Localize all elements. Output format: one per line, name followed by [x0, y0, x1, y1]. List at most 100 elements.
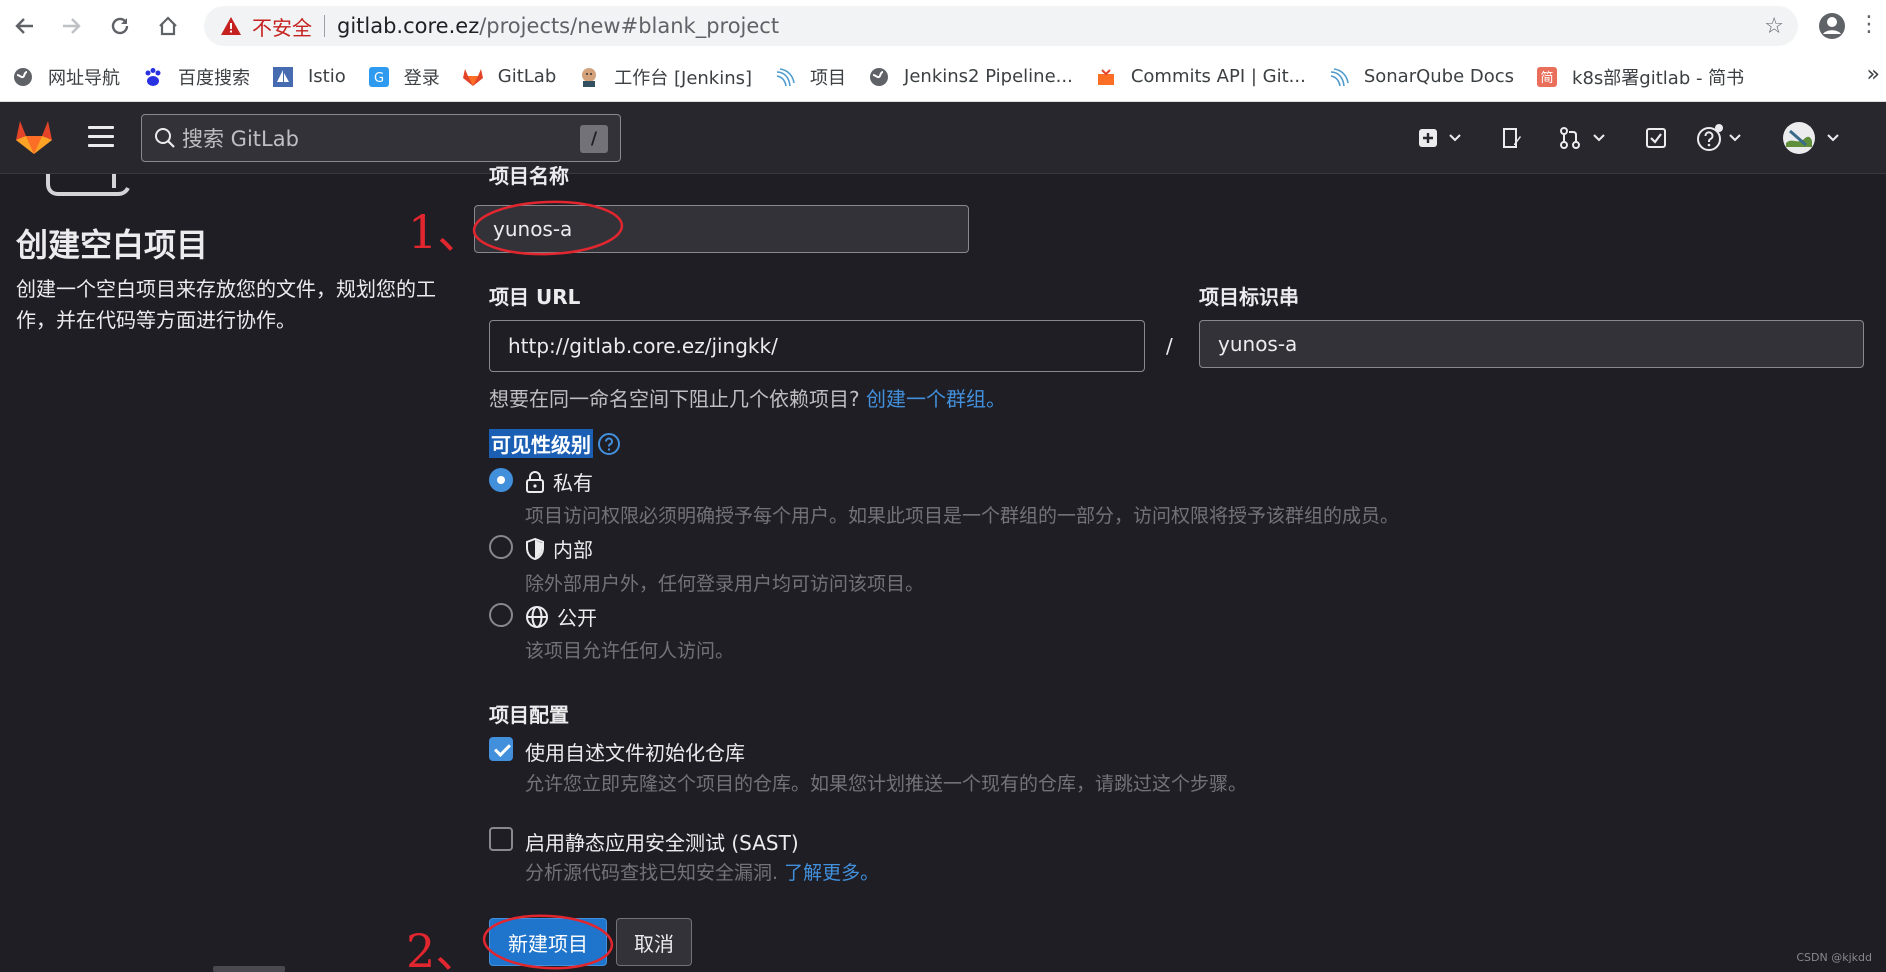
- project-config-label: 项目配置: [489, 703, 569, 727]
- bookmark-label: 工作台 [Jenkins]: [614, 67, 753, 89]
- bookmark-item[interactable]: SonarQube Docs: [1328, 66, 1514, 88]
- bookmark-star-icon[interactable]: ☆: [1764, 14, 1784, 39]
- url-host: gitlab.core.ez: [337, 14, 480, 38]
- menu-icon[interactable]: [88, 126, 114, 148]
- browser-toolbar: 不安全 gitlab.core.ez/projects/new#blank_pr…: [0, 0, 1886, 52]
- bookmark-item[interactable]: 工作台 [Jenkins]: [578, 64, 752, 90]
- help-question-icon: [1697, 124, 1723, 151]
- visibility-label-text: 可见性级别: [489, 429, 593, 458]
- baidu-paw-icon: [142, 66, 164, 88]
- home-icon[interactable]: [152, 10, 184, 42]
- todo-check-icon: [1646, 128, 1666, 148]
- login-icon: G: [368, 66, 390, 88]
- readme-checkbox-label[interactable]: 使用自述文件初始化仓库: [525, 737, 745, 766]
- gitlab-header: 搜索 GitLab /: [0, 102, 1886, 174]
- new-dropdown[interactable]: [1418, 122, 1462, 154]
- shield-icon: [526, 537, 544, 560]
- todos-button[interactable]: [1644, 122, 1668, 154]
- bookmark-item[interactable]: Jenkins2 Pipeline...: [868, 66, 1073, 88]
- visibility-public-desc: 该项目允许任何人访问。: [525, 640, 735, 662]
- issues-button[interactable]: [1500, 122, 1524, 154]
- create-group-link[interactable]: 创建一个群组。: [866, 387, 1006, 411]
- bookmark-item[interactable]: 项目: [774, 64, 846, 90]
- bookmark-label: SonarQube Docs: [1363, 66, 1515, 87]
- address-bar[interactable]: 不安全 gitlab.core.ez/projects/new#blank_pr…: [204, 6, 1798, 46]
- project-url-input[interactable]: http://gitlab.core.ez/jingkk/: [489, 320, 1145, 372]
- visibility-private-option[interactable]: 私有: [525, 467, 593, 496]
- project-name-label: 项目名称: [489, 166, 569, 188]
- bookmark-item[interactable]: Istio: [272, 66, 346, 88]
- search-shortcut-key: /: [580, 125, 608, 153]
- visibility-internal-option[interactable]: 内部: [525, 534, 593, 563]
- browser-profile-icon[interactable]: [1816, 10, 1848, 42]
- project-slug-label: 项目标识串: [1199, 285, 1299, 309]
- user-menu-dropdown[interactable]: [1782, 122, 1840, 154]
- watermark: CSDN @kjkdd: [1796, 951, 1872, 964]
- bookmark-item[interactable]: 简 k8s部署gitlab - 简书: [1536, 64, 1744, 90]
- bookmark-item[interactable]: 百度搜索: [142, 64, 250, 90]
- back-icon[interactable]: [8, 10, 40, 42]
- search-placeholder: 搜索 GitLab: [182, 127, 299, 151]
- visibility-public-label: 公开: [557, 606, 597, 630]
- svg-text:G: G: [374, 71, 384, 86]
- globe-icon: [868, 66, 890, 88]
- jenkins-butler-icon: [578, 66, 600, 88]
- help-dropdown[interactable]: [1696, 122, 1742, 154]
- search-input[interactable]: 搜索 GitLab /: [141, 114, 621, 162]
- bookmark-label: Jenkins2 Pipeline...: [904, 66, 1073, 87]
- gitlab-fox-icon: [462, 66, 484, 88]
- bookmark-label: GitLab: [497, 66, 557, 87]
- bookmarks-more-icon[interactable]: »: [1867, 62, 1880, 87]
- sast-desc-text: 分析源代码查找已知安全漏洞.: [525, 862, 779, 884]
- merge-request-icon: [1560, 127, 1580, 149]
- visibility-private-radio[interactable]: [489, 468, 513, 492]
- chevron-down-icon: [1729, 134, 1741, 142]
- annotation-circle-create: [482, 914, 614, 970]
- visibility-public-option[interactable]: 公开: [525, 602, 597, 631]
- bookmark-label: 登录: [403, 67, 440, 89]
- bookmark-item[interactable]: 网址导航: [12, 64, 120, 90]
- url-separator: /: [1166, 334, 1173, 358]
- globe-icon: [526, 605, 548, 628]
- project-slug-input[interactable]: yunos-a: [1199, 320, 1864, 368]
- avatar: [1783, 122, 1815, 154]
- readme-desc: 允许您立即克隆这个项目的仓库。如果您计划推送一个现有的仓库，请跳过这个步骤。: [525, 773, 1248, 795]
- group-hint: 想要在同一命名空间下阻止几个依赖项目? 创建一个群组。: [489, 383, 1006, 412]
- visibility-private-label: 私有: [553, 471, 593, 495]
- bookmark-label: Commits API | Git...: [1130, 66, 1306, 87]
- group-hint-text: 想要在同一命名空间下阻止几个依赖项目?: [489, 387, 860, 411]
- globe-icon: [12, 66, 34, 88]
- visibility-public-radio[interactable]: [489, 603, 513, 627]
- forward-icon[interactable]: [56, 10, 88, 42]
- omnibox-divider: [324, 15, 325, 37]
- insecure-label: 不安全: [252, 15, 312, 40]
- gitlab-logo-icon[interactable]: [14, 118, 54, 156]
- project-url-label: 项目 URL: [489, 285, 581, 309]
- annotation-step-2: 2、: [406, 924, 482, 972]
- browser-menu-icon[interactable]: ⋮: [1858, 10, 1880, 42]
- issues-icon: [1503, 128, 1521, 148]
- merge-requests-dropdown[interactable]: [1558, 122, 1606, 154]
- bookmark-item[interactable]: Commits API | Git...: [1095, 66, 1306, 88]
- bookmark-item[interactable]: G 登录: [368, 64, 440, 90]
- sast-checkbox-label[interactable]: 启用静态应用安全测试 (SAST): [525, 827, 799, 856]
- help-question-icon[interactable]: [597, 432, 621, 456]
- gitlab-box-icon: [1095, 66, 1117, 88]
- learn-more-link[interactable]: 了解更多。: [784, 862, 879, 884]
- visibility-internal-desc: 除外部用户外，任何登录用户均可访问该项目。: [525, 573, 925, 595]
- reload-icon[interactable]: [104, 10, 136, 42]
- bookmark-label: 网址导航: [48, 67, 120, 89]
- bookmark-item[interactable]: GitLab: [462, 66, 557, 88]
- bookmark-label: 百度搜索: [178, 67, 250, 89]
- cancel-button[interactable]: 取消: [616, 918, 692, 966]
- readme-checkbox[interactable]: [489, 737, 513, 761]
- visibility-internal-radio[interactable]: [489, 535, 513, 559]
- search-icon: [155, 128, 175, 148]
- bookmark-label: Istio: [308, 66, 346, 87]
- chevron-down-icon: [1449, 134, 1461, 142]
- svg-text:简: 简: [1541, 70, 1554, 86]
- sast-checkbox[interactable]: [489, 827, 513, 851]
- lock-icon: [526, 470, 544, 493]
- sonar-wave-icon: [774, 66, 796, 88]
- horizontal-scrollbar[interactable]: [213, 966, 285, 972]
